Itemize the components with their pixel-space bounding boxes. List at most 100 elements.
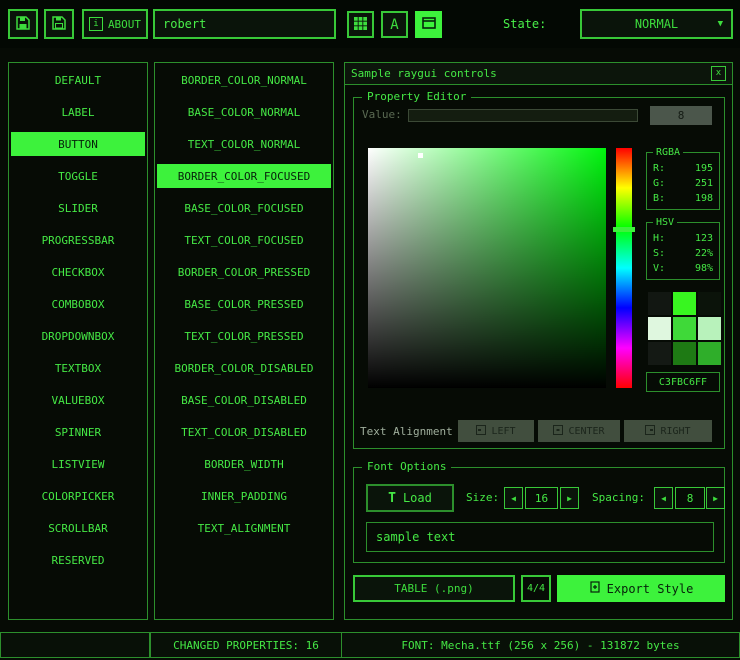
spacing-decrease-button[interactable]: ◀ — [654, 487, 673, 509]
list-item[interactable]: TEXT_COLOR_DISABLED — [157, 420, 331, 444]
size-value[interactable]: 16 — [525, 487, 558, 509]
hsv-row: H: 123 — [653, 233, 713, 244]
list-item[interactable]: SCROLLBAR — [11, 516, 145, 540]
statusbar-left — [0, 632, 150, 658]
list-item[interactable]: INNER_PADDING — [157, 484, 331, 508]
rgba-row: B:198 — [653, 193, 713, 204]
export-icon — [589, 581, 601, 596]
info-icon: i — [89, 17, 103, 31]
export-style-button[interactable]: Export Style — [557, 575, 725, 602]
list-item[interactable]: TOGGLE — [11, 164, 145, 188]
text-t-icon: T — [388, 491, 396, 506]
list-item[interactable]: BASE_COLOR_FOCUSED — [157, 196, 331, 220]
hex-value-input[interactable]: C3FBC6FF — [646, 372, 720, 392]
palette-swatch[interactable] — [673, 292, 696, 315]
value-box: 8 — [650, 106, 712, 125]
sample-text-input[interactable]: sample text — [366, 522, 714, 552]
pages-value[interactable]: 4/4 — [521, 575, 551, 602]
list-item[interactable]: SPINNER — [11, 420, 145, 444]
h-value: 123 — [695, 233, 713, 244]
palette-swatch[interactable] — [648, 292, 671, 315]
align-center-label: CENTER — [568, 426, 604, 437]
list-item[interactable]: BUTTON — [11, 132, 145, 156]
list-item[interactable]: DROPDOWNBOX — [11, 324, 145, 348]
palette-swatch[interactable] — [698, 342, 721, 365]
list-item[interactable]: BASE_COLOR_PRESSED — [157, 292, 331, 316]
value-label: Value: — [362, 108, 402, 121]
palette-swatch[interactable] — [673, 317, 696, 340]
palette-swatch[interactable] — [648, 342, 671, 365]
spacing-increase-button[interactable]: ▶ — [706, 487, 725, 509]
s-label: S: — [653, 248, 665, 259]
align-right-button[interactable]: RIGHT — [624, 420, 712, 442]
list-item[interactable]: LISTVIEW — [11, 452, 145, 476]
hsv-title: HSV — [653, 216, 677, 230]
color-picker-panel[interactable] — [368, 148, 606, 388]
list-item[interactable]: BORDER_COLOR_FOCUSED — [157, 164, 331, 188]
toolbar: i ABOUT A State: NORMAL ▼ — [0, 0, 740, 48]
size-decrease-button[interactable]: ◀ — [504, 487, 523, 509]
list-item[interactable]: SLIDER — [11, 196, 145, 220]
color-palette — [648, 292, 721, 365]
list-item[interactable]: TEXT_COLOR_FOCUSED — [157, 228, 331, 252]
font-options-group: Font Options T Load Size: ◀ 16 ▶ Spacing… — [353, 467, 725, 563]
hsv-row: V:98% — [653, 263, 713, 274]
list-item[interactable]: COLORPICKER — [11, 484, 145, 508]
letter-a-icon: A — [390, 17, 398, 33]
hue-slider-handle[interactable] — [613, 227, 635, 232]
list-item[interactable]: TEXTBOX — [11, 356, 145, 380]
text-alignment-label: Text Alignment — [360, 425, 453, 438]
style-name-input[interactable] — [153, 9, 336, 39]
palette-swatch[interactable] — [648, 317, 671, 340]
value-slider[interactable] — [408, 109, 638, 122]
list-item[interactable]: BORDER_COLOR_PRESSED — [157, 260, 331, 284]
floppy-disk-edit-icon — [51, 15, 67, 34]
rgba-panel: RGBA R:195 G:251 B:198 — [646, 152, 720, 210]
close-button[interactable]: x — [711, 66, 726, 81]
property-editor-group: Property Editor Value: 8 RGBA R:195 G:25… — [353, 97, 725, 449]
list-item[interactable]: PROGRESSBAR — [11, 228, 145, 252]
floppy-disk-icon — [15, 15, 31, 34]
font-load-button[interactable]: T Load — [366, 484, 454, 512]
list-item[interactable]: TEXT_COLOR_PRESSED — [157, 324, 331, 348]
export-format-button[interactable]: TABLE (.png) — [353, 575, 515, 602]
palette-swatch[interactable] — [698, 317, 721, 340]
hue-bar[interactable] — [616, 148, 632, 388]
color-picker-cursor[interactable] — [418, 153, 423, 158]
property-editor-title: Property Editor — [362, 90, 471, 104]
list-item[interactable]: CHECKBOX — [11, 260, 145, 284]
list-item[interactable]: TEXT_COLOR_NORMAL — [157, 132, 331, 156]
list-item[interactable]: TEXT_ALIGNMENT — [157, 516, 331, 540]
list-item[interactable]: COMBOBOX — [11, 292, 145, 316]
list-item[interactable]: BASE_COLOR_NORMAL — [157, 100, 331, 124]
window-titlebar[interactable]: Sample raygui controls x — [345, 63, 732, 85]
list-item[interactable]: RESERVED — [11, 548, 145, 572]
font-settings-button[interactable]: A — [381, 11, 408, 38]
h-label: H: — [653, 233, 665, 244]
align-center-button[interactable]: CENTER — [538, 420, 620, 442]
properties-list: BORDER_COLOR_NORMAL BASE_COLOR_NORMAL TEXT… — [154, 62, 334, 620]
list-item[interactable]: BORDER_WIDTH — [157, 452, 331, 476]
controls-window-toggle-button[interactable] — [415, 11, 442, 38]
size-increase-button[interactable]: ▶ — [560, 487, 579, 509]
about-button[interactable]: i ABOUT — [82, 9, 148, 39]
load-style-button[interactable] — [8, 9, 38, 39]
palette-swatch[interactable] — [698, 292, 721, 315]
list-item[interactable]: LABEL — [11, 100, 145, 124]
g-label: G: — [653, 178, 665, 189]
about-label: ABOUT — [108, 18, 141, 31]
list-item[interactable]: VALUEBOX — [11, 388, 145, 412]
list-item[interactable]: BASE_COLOR_DISABLED — [157, 388, 331, 412]
align-left-button[interactable]: LEFT — [458, 420, 534, 442]
size-label: Size: — [466, 491, 499, 504]
state-dropdown[interactable]: NORMAL ▼ — [580, 9, 733, 39]
save-style-button[interactable] — [44, 9, 74, 39]
sample-controls-window: Sample raygui controls x Property Editor… — [344, 62, 733, 620]
spacing-value[interactable]: 8 — [675, 487, 705, 509]
style-table-button[interactable] — [347, 11, 374, 38]
list-item[interactable]: BORDER_COLOR_NORMAL — [157, 68, 331, 92]
list-item[interactable]: DEFAULT — [11, 68, 145, 92]
palette-swatch[interactable] — [673, 342, 696, 365]
list-item[interactable]: BORDER_COLOR_DISABLED — [157, 356, 331, 380]
window-icon — [422, 16, 436, 33]
